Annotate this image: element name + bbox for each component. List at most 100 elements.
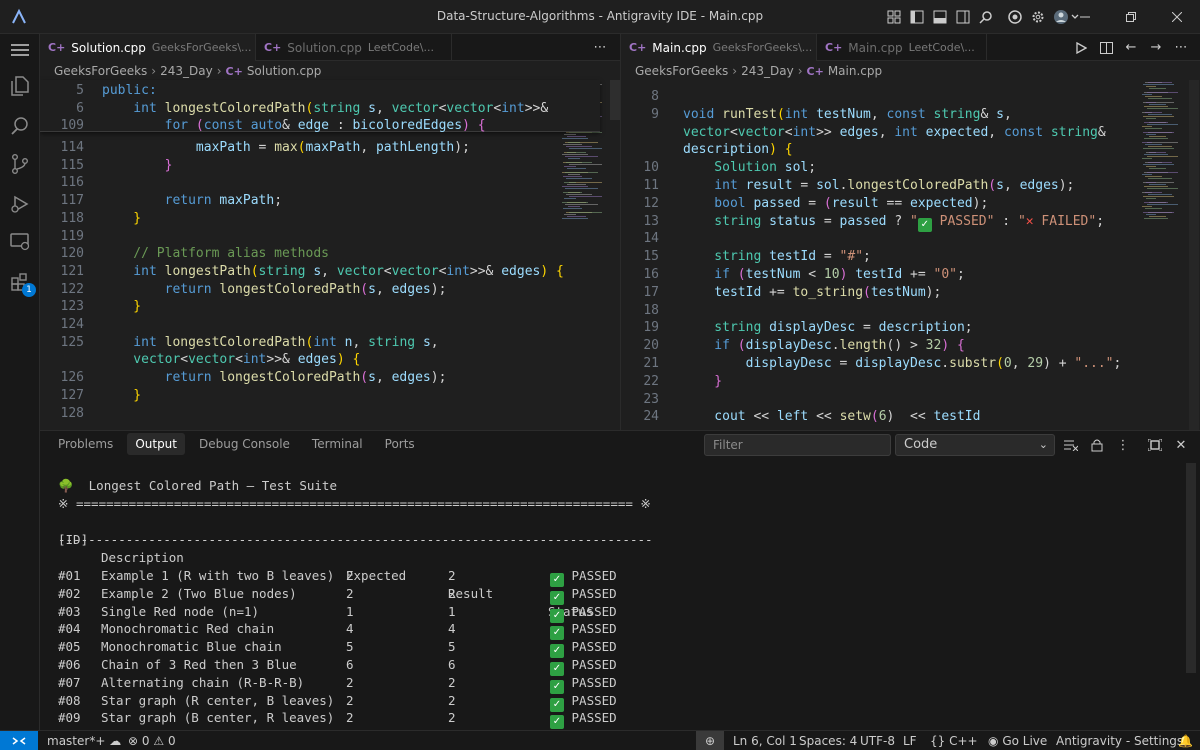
notifications-bell-icon[interactable]: 🔔 <box>1178 731 1193 750</box>
menu-icon[interactable] <box>8 38 32 62</box>
left-editor-scrollbar[interactable] <box>610 80 620 120</box>
remote-explorer-icon[interactable] <box>8 230 32 254</box>
more-actions-icon[interactable]: ⋮ <box>1112 434 1134 456</box>
tree-emoji-icon: 🌳 <box>58 478 74 493</box>
encoding[interactable]: UTF-8 <box>860 731 895 750</box>
go-live-button[interactable]: ◉ Go Live <box>988 731 1047 750</box>
breadcrumb-folder[interactable]: GeeksForGeeks <box>54 64 147 78</box>
browser-icon[interactable] <box>1005 7 1025 27</box>
output-row: #09 Star graph (B center, R leaves) 2 2 ✓ PA… <box>58 709 758 730</box>
remote-indicator-icon[interactable] <box>0 731 38 750</box>
search-view-icon[interactable] <box>8 114 32 138</box>
activity-bar: 1 <box>0 34 40 730</box>
problems-indicator[interactable]: ⊗ 0 ⚠ 0 <box>128 731 176 750</box>
left-editor-group: C+ Solution.cpp GeeksForGeeks\... ✕ C+ S… <box>40 34 620 430</box>
lock-scroll-icon[interactable] <box>1086 434 1108 456</box>
tab-ports[interactable]: Ports <box>377 431 423 457</box>
tab-main-gfg[interactable]: C+ Main.cpp GeeksForGeeks\... ✕ <box>621 34 817 61</box>
error-icon: ⊗ <box>128 734 139 748</box>
tab-debug-console[interactable]: Debug Console <box>191 431 298 457</box>
right-editor-scrollbar[interactable] <box>1189 80 1199 430</box>
code-token: return <box>102 193 220 209</box>
code-token: string <box>1050 124 1098 140</box>
minimap-line <box>1143 148 1174 149</box>
toggle-panel-icon[interactable] <box>930 7 950 27</box>
code-line: // Platform alias methods <box>102 246 329 261</box>
arrow-left-icon[interactable]: ← <box>1120 37 1142 59</box>
breadcrumb-folder[interactable]: 243_Day <box>160 64 213 78</box>
run-debug-icon[interactable] <box>8 192 32 216</box>
clear-output-icon[interactable] <box>1060 434 1082 456</box>
more-actions-icon[interactable]: ⋯ <box>589 37 611 59</box>
minimap-line <box>566 162 592 163</box>
search-icon[interactable] <box>976 7 996 27</box>
branch-indicator[interactable]: master*+ ☁ <box>47 731 121 750</box>
output-channel-select[interactable]: Code ⌄ <box>895 434 1055 456</box>
line-number: 24 <box>643 409 659 425</box>
line-number: 119 <box>60 228 84 244</box>
code-line: vector<vector<int>> edges, int expected,… <box>683 125 1106 140</box>
tab-terminal[interactable]: Terminal <box>304 431 371 457</box>
explorer-files-icon[interactable] <box>8 74 32 98</box>
cursor-position[interactable]: Ln 6, Col 1 <box>733 731 797 750</box>
right-tab-actions: ← → ⋯ <box>1067 34 1192 61</box>
code-token: edges <box>391 370 431 386</box>
toggle-sidebar-icon[interactable] <box>907 7 927 27</box>
close-panel-icon[interactable]: ✕ <box>1170 434 1192 456</box>
minimap-line <box>1145 144 1162 145</box>
toggle-secondary-sidebar-icon[interactable] <box>953 7 973 27</box>
code-token: 29 <box>1027 356 1044 371</box>
left-minimap[interactable] <box>560 80 620 430</box>
more-actions-icon[interactable]: ⋯ <box>1170 37 1192 59</box>
code-token: 0 <box>1003 356 1012 371</box>
tab-output[interactable]: Output <box>127 433 185 455</box>
split-editor-icon[interactable] <box>1095 37 1117 59</box>
line-number: 8 <box>651 89 659 104</box>
tab-solution-leetcode[interactable]: C+ Solution.cpp LeetCode\... <box>256 34 452 61</box>
output-view[interactable]: 🌳 Longest Colored Path — Test Suite ※ ==… <box>58 477 653 748</box>
line-number: 15 <box>643 249 659 265</box>
minimize-icon[interactable] <box>1062 0 1108 34</box>
tab-solution-gfg[interactable]: C+ Solution.cpp GeeksForGeeks\... ✕ <box>40 34 256 61</box>
breadcrumb-folder[interactable]: GeeksForGeeks <box>635 64 728 78</box>
arrow-right-icon[interactable]: → <box>1145 37 1167 59</box>
extensions-icon[interactable]: 1 <box>8 270 36 297</box>
go-live-label: Go Live <box>1002 734 1048 748</box>
tab-main-leetcode[interactable]: C+ Main.cpp LeetCode\... <box>817 34 987 61</box>
zoom-icon[interactable]: ⊕ <box>696 731 724 750</box>
close-window-icon[interactable] <box>1154 0 1200 34</box>
status-text: PASSED <box>564 657 617 672</box>
panel-scrollbar[interactable] <box>1186 463 1196 673</box>
maximize-panel-icon[interactable] <box>1144 434 1166 456</box>
line-number: 17 <box>643 284 659 300</box>
code-token: s <box>313 263 322 279</box>
breadcrumb-file[interactable]: Solution.cpp <box>247 64 322 78</box>
run-icon[interactable] <box>1070 37 1092 59</box>
settings-gear-icon[interactable] <box>1028 7 1048 27</box>
code-token: status <box>769 213 817 229</box>
code-token: s <box>996 178 1004 193</box>
breadcrumb-file[interactable]: Main.cpp <box>828 64 882 78</box>
source-control-icon[interactable] <box>8 152 32 176</box>
code-token: testId <box>683 284 762 300</box>
code-token: & <box>980 106 997 122</box>
minimap-line <box>566 194 592 195</box>
language-mode[interactable]: {} C++ <box>930 731 978 750</box>
code-token: const <box>886 106 934 122</box>
customize-layout-icon[interactable] <box>884 7 904 27</box>
breadcrumb-folder[interactable]: 243_Day <box>741 64 794 78</box>
tab-problems[interactable]: Problems <box>50 431 121 457</box>
settings-status[interactable]: Antigravity - Settings <box>1056 731 1183 750</box>
end-of-line[interactable]: LF <box>903 731 917 750</box>
indentation[interactable]: Spaces: 4 <box>799 731 857 750</box>
restore-icon[interactable] <box>1108 0 1154 34</box>
cell-desc: Alternating chain (R-B-R-B) <box>101 674 305 690</box>
cell-desc: Monochromatic Blue chain <box>101 639 282 655</box>
sticky-scroll-header[interactable]: 5 public: 6 int longestColoredPath(string … <box>40 80 600 133</box>
output-filter-input[interactable]: Filter <box>704 434 891 456</box>
code-token: ( <box>776 106 785 122</box>
line-number: 18 <box>643 302 659 318</box>
suite-title: Longest Colored Path — Test Suite <box>88 478 337 493</box>
code-token: substr <box>949 356 997 371</box>
line-number: 16 <box>643 267 659 282</box>
